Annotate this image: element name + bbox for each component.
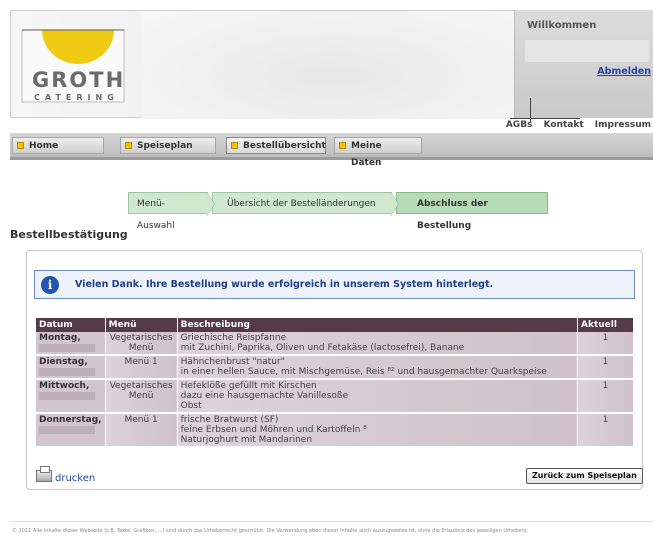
date-cell: Donnerstag, — [36, 413, 106, 448]
description-line: Naturjoghurt mit Mandarinen — [180, 435, 313, 445]
success-message: i Vielen Dank. Ihre Bestellung wurde erf… — [34, 270, 635, 299]
date-redacted — [39, 391, 95, 400]
order-table: Datum Menü Beschreibung Aktuell Montag, … — [36, 318, 634, 448]
description-line: in einer hellen Sauce, mit Mischgemüse, … — [180, 367, 547, 377]
imprint-link[interactable]: Impressum — [595, 120, 651, 130]
tab-speiseplan[interactable]: Speiseplan — [120, 137, 216, 154]
description-line: Obst — [180, 401, 202, 411]
step-label: Abschluss der Bestellung — [417, 199, 488, 231]
logout-link[interactable]: Abmelden — [597, 66, 651, 77]
step-label: Menü-Auswahl — [137, 199, 175, 231]
footer-divider — [10, 521, 653, 522]
print-link[interactable]: drucken — [36, 466, 96, 484]
info-icon: i — [41, 276, 59, 294]
logo-text: GROTH — [32, 68, 126, 92]
table-row: Dienstag, Menü 1 Hähnchenbrust "natur" in… — [36, 355, 634, 380]
description-cell: frische Bratwurst (SF) feine Erbsen und M… — [177, 413, 579, 448]
date-cell: Montag, — [36, 332, 106, 356]
description-cell: Griechische Reispfanne mit Zuchini, Papri… — [177, 332, 579, 356]
tab-label: Speiseplan — [137, 141, 193, 151]
contact-link[interactable]: Kontakt — [544, 120, 584, 130]
menu-cell: Vegetarisches Menü — [105, 379, 178, 414]
description-line: frische Bratwurst (SF) — [180, 415, 279, 425]
step-overview: Übersicht der Bestelländerungen — [212, 192, 399, 216]
column-header: Datum — [36, 318, 106, 332]
description-line: Hefeklöße gefüllt mit Kirschen — [180, 381, 317, 391]
table-row: Montag, Vegetarisches Menü Griechische Re… — [36, 332, 634, 356]
menu-cell: Menü 1 — [105, 355, 178, 380]
day-name: Donnerstag, — [39, 415, 102, 425]
day-name: Mittwoch, — [39, 381, 90, 391]
welcome-title: Willkommen — [527, 20, 597, 31]
menu-cell: Vegetarisches Menü — [105, 332, 178, 356]
tab-bullet-icon — [125, 142, 132, 149]
description-cell: Hefeklöße gefüllt mit Kirschen dazu eine … — [177, 379, 579, 414]
day-name: Montag, — [39, 333, 81, 343]
step-arrow-icon — [207, 193, 214, 215]
header-photo — [141, 11, 521, 119]
date-cell: Dienstag, — [36, 355, 106, 380]
current-cell: 1 — [577, 379, 634, 414]
description-cell: Hähnchenbrust "natur" in einer hellen Sau… — [177, 355, 579, 380]
step-label: Übersicht der Bestelländerungen — [227, 199, 376, 209]
description-line: dazu eine hausgemachte Vanillesoße — [180, 391, 349, 401]
tab-bullet-icon — [231, 142, 238, 149]
menu-line: Vegetarisches — [109, 381, 173, 391]
step-completion: Abschluss der Bestellung — [396, 192, 548, 231]
description-line: Hähnchenbrust "natur" — [180, 357, 285, 367]
step-arrow-icon — [391, 193, 398, 215]
agbs-link[interactable]: AGBs — [506, 120, 533, 130]
decorative-line — [510, 118, 580, 119]
date-redacted — [39, 367, 95, 376]
tab-bestelluebersicht[interactable]: Bestellübersicht — [226, 137, 326, 154]
page-title: Bestellbestätigung — [10, 228, 128, 241]
username-redacted — [525, 40, 649, 62]
current-cell: 1 — [577, 413, 634, 448]
description-line: feine Erbsen und Möhren und Kartoffeln ⁸ — [180, 425, 367, 435]
tab-bullet-icon — [17, 142, 24, 149]
current-cell: 1 — [577, 332, 634, 356]
menu-line: Menü — [128, 391, 154, 401]
menu-cell: Menü 1 — [105, 413, 178, 448]
navbar-divider — [10, 157, 653, 160]
table-header-row: Datum Menü Beschreibung Aktuell — [36, 318, 634, 332]
tab-label: Bestellübersicht — [243, 141, 326, 151]
main-navbar — [10, 133, 653, 157]
print-label: drucken — [55, 473, 96, 484]
menu-line: Menü — [128, 343, 154, 353]
column-header: Beschreibung — [177, 318, 579, 332]
tab-label: Meine Daten — [351, 141, 382, 168]
column-header: Aktuell — [577, 318, 634, 332]
logo-subtext: CATERING — [34, 93, 119, 102]
description-line: Griechische Reispfanne — [180, 333, 287, 343]
success-text: Vielen Dank. Ihre Bestellung wurde erfol… — [75, 279, 494, 290]
table-row: Mittwoch, Vegetarisches Menü Hefeklöße ge… — [36, 379, 634, 414]
date-redacted — [39, 425, 95, 434]
welcome-box: Willkommen Abmelden — [514, 10, 653, 118]
order-steps: Menü-Auswahl Übersicht der Bestelländeru… — [128, 192, 548, 231]
footer-copyright: © 2011 Alle Inhalte dieser Webseite (z.B… — [12, 528, 528, 534]
day-name: Dienstag, — [39, 357, 88, 367]
top-links: AGBs Kontakt Impressum — [498, 120, 651, 130]
tab-home[interactable]: Home — [12, 137, 104, 154]
tab-meine-daten[interactable]: Meine Daten — [334, 137, 422, 168]
table-row: Donnerstag, Menü 1 frische Bratwurst (SF… — [36, 413, 634, 448]
printer-icon — [36, 466, 52, 482]
logo[interactable]: GROTH CATERING — [20, 18, 126, 104]
back-to-menu-button[interactable]: Zurück zum Speiseplan — [526, 468, 643, 484]
description-line: mit Zuchini, Paprika, Oliven und Fetakäs… — [180, 343, 465, 353]
menu-line: Vegetarisches — [109, 333, 173, 343]
step-menu-selection: Menü-Auswahl — [128, 192, 215, 231]
date-cell: Mittwoch, — [36, 379, 106, 414]
tab-label: Home — [29, 141, 59, 151]
current-cell: 1 — [577, 355, 634, 380]
decorative-line — [530, 98, 531, 122]
column-header: Menü — [105, 318, 178, 332]
tab-bullet-icon — [339, 142, 346, 149]
date-redacted — [39, 343, 95, 352]
